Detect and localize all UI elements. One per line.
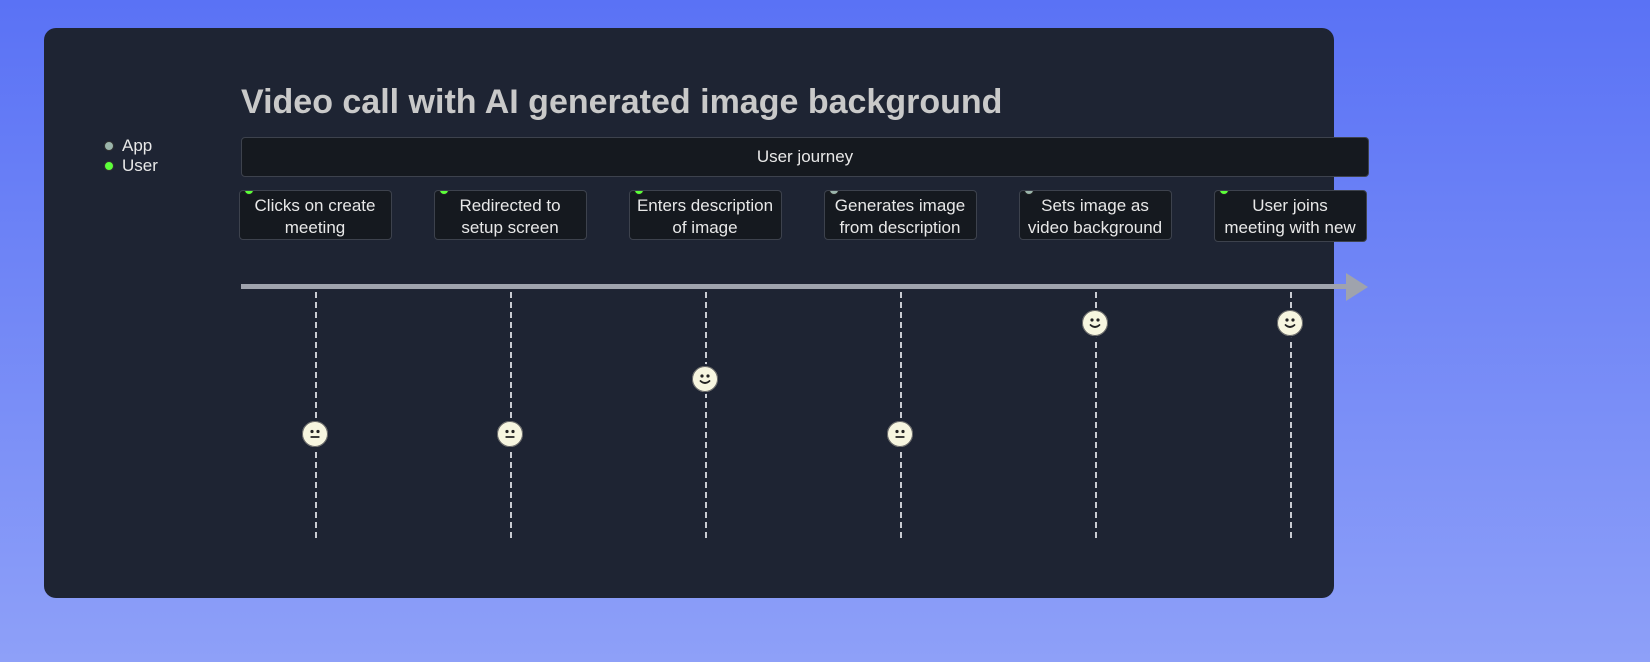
- journey-section-label: User journey: [757, 147, 853, 167]
- neutral-face-icon: [495, 419, 525, 449]
- legend-dot-app: [104, 141, 114, 151]
- journey-step: Sets image as video background: [1019, 190, 1172, 240]
- journey-step-label: Sets image as video background: [1028, 196, 1162, 237]
- journey-step: Generates image from description: [824, 190, 977, 240]
- happy-face-icon: [1275, 308, 1305, 338]
- journey-step-label: Generates image from description: [835, 196, 965, 237]
- journey-step: User joins meeting with new bg: [1214, 190, 1367, 242]
- legend: App User: [104, 136, 158, 176]
- journey-step-label: User joins meeting with new bg: [1224, 196, 1355, 242]
- user-dot-icon: [634, 190, 644, 195]
- legend-label-user: User: [122, 156, 158, 176]
- journey-step-label: Redirected to setup screen: [459, 196, 560, 237]
- journey-section-bar: User journey: [241, 137, 1369, 177]
- happy-face-icon: [690, 364, 720, 394]
- arrowhead-icon: [1346, 273, 1368, 301]
- legend-dot-user: [104, 161, 114, 171]
- step-guideline: [315, 292, 317, 538]
- diagram-panel: App User Video call with AI generated im…: [44, 28, 1334, 598]
- journey-step-label: Enters description of image: [637, 196, 773, 237]
- legend-item-user: User: [104, 156, 158, 176]
- diagram-title: Video call with AI generated image backg…: [241, 83, 1002, 122]
- app-dot-icon: [1024, 190, 1034, 195]
- user-dot-icon: [1219, 190, 1229, 195]
- journey-step-label: Clicks on create meeting: [255, 196, 376, 237]
- axis-line: [241, 284, 1346, 289]
- step-guideline: [510, 292, 512, 538]
- happy-face-icon: [1080, 308, 1110, 338]
- neutral-face-icon: [300, 419, 330, 449]
- app-dot-icon: [829, 190, 839, 195]
- step-guideline: [705, 292, 707, 538]
- timeline-axis: [241, 280, 1369, 290]
- user-dot-icon: [439, 190, 449, 195]
- journey-step: Redirected to setup screen: [434, 190, 587, 240]
- legend-item-app: App: [104, 136, 158, 156]
- neutral-face-icon: [885, 419, 915, 449]
- journey-step: Clicks on create meeting: [239, 190, 392, 240]
- legend-label-app: App: [122, 136, 152, 156]
- user-dot-icon: [244, 190, 254, 195]
- journey-step: Enters description of image: [629, 190, 782, 240]
- step-guideline: [900, 292, 902, 538]
